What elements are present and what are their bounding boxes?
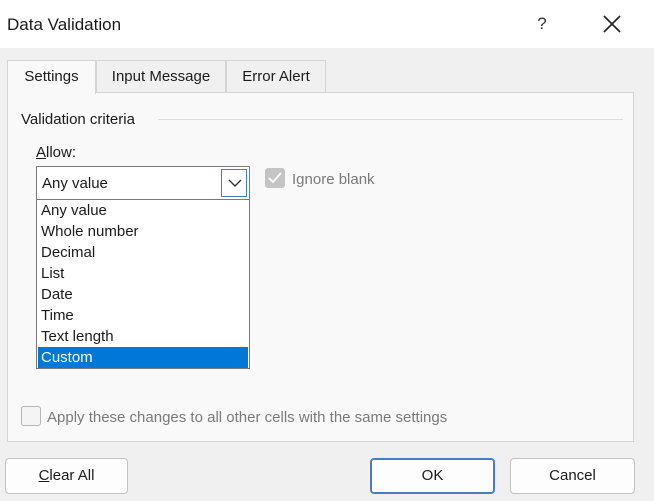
option-decimal[interactable]: Decimal [38, 242, 248, 263]
checkmark-icon [268, 172, 282, 184]
chevron-down-icon [228, 179, 242, 187]
group-divider [158, 119, 623, 120]
close-button[interactable] [592, 8, 632, 40]
clear-all-label-rest: lear All [49, 467, 95, 484]
allow-dropdown[interactable]: Any value [36, 166, 250, 200]
option-custom[interactable]: Custom [38, 347, 248, 368]
settings-panel: Validation criteria Allow: Any value Ign… [7, 92, 634, 442]
title-bar: Data Validation ? [0, 0, 654, 48]
option-any-value[interactable]: Any value [38, 200, 248, 221]
ok-button[interactable]: OK [370, 458, 495, 494]
apply-to-all-checkbox[interactable] [21, 406, 41, 426]
allow-dropdown-value: Any value [42, 175, 108, 192]
close-icon [603, 15, 621, 33]
option-list[interactable]: List [38, 263, 248, 284]
data-validation-dialog: Data Validation ? Settings Input Message… [0, 0, 654, 501]
validation-criteria-label: Validation criteria [21, 111, 135, 128]
tab-input-message[interactable]: Input Message [96, 60, 226, 92]
tab-settings[interactable]: Settings [7, 60, 96, 94]
help-button[interactable]: ? [525, 8, 559, 40]
apply-to-all-label: Apply these changes to all other cells w… [47, 409, 448, 426]
dialog-title: Data Validation [7, 15, 122, 34]
allow-label-rest: llow: [46, 144, 77, 161]
option-date[interactable]: Date [38, 284, 248, 305]
tab-error-alert[interactable]: Error Alert [226, 60, 326, 92]
allow-dropdown-toggle[interactable] [221, 169, 247, 197]
option-whole-number[interactable]: Whole number [38, 221, 248, 242]
cancel-button[interactable]: Cancel [510, 458, 635, 494]
ignore-blank-label: Ignore blank [292, 171, 375, 188]
clear-all-button[interactable]: Clear All [5, 458, 128, 494]
allow-options-list: Any value Whole number Decimal List Date… [36, 199, 250, 369]
allow-label: Allow: [36, 144, 77, 161]
option-text-length[interactable]: Text length [38, 326, 248, 347]
option-time[interactable]: Time [38, 305, 248, 326]
ignore-blank-checkbox[interactable] [265, 168, 285, 188]
